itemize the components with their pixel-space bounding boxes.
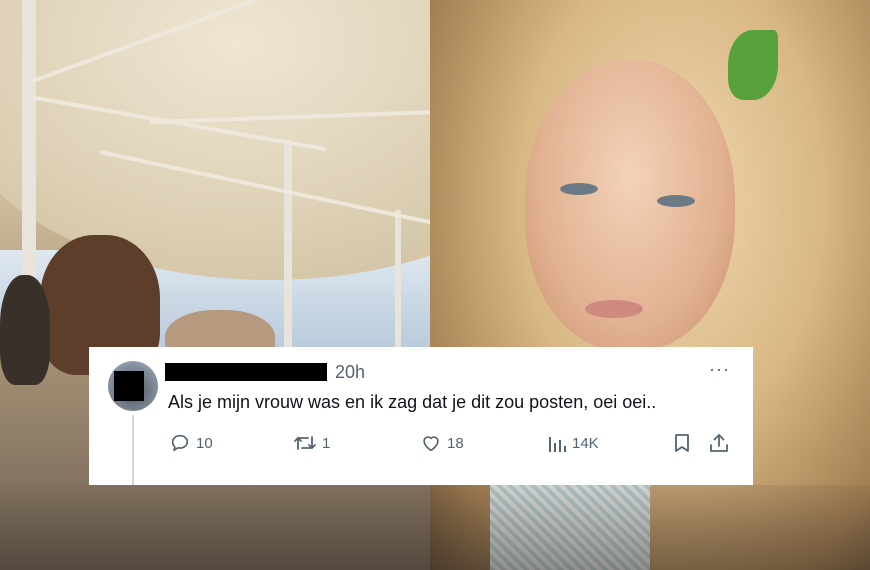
umbrella-pole (395, 210, 401, 350)
views-count: 14K (572, 434, 599, 452)
views-button[interactable]: 14K (547, 431, 599, 455)
like-icon (420, 432, 442, 454)
like-button[interactable]: 18 (420, 431, 464, 455)
tweet-text: Als je mijn vrouw was en ik zag dat je d… (168, 392, 657, 412)
table-area (0, 485, 870, 570)
umbrella-pole (284, 140, 292, 350)
eye (560, 183, 598, 195)
avatar[interactable] (108, 361, 158, 411)
share-icon (708, 432, 730, 454)
repost-count: 1 (322, 434, 331, 452)
repost-button[interactable]: 1 (293, 431, 330, 455)
share-button[interactable] (708, 431, 730, 455)
reply-button[interactable]: 10 (169, 431, 213, 455)
tweet-timestamp[interactable]: 20h (335, 362, 365, 383)
background-person (0, 275, 50, 385)
lips (585, 300, 643, 318)
plant (728, 30, 778, 100)
reply-count: 10 (196, 434, 213, 452)
reply-icon (169, 432, 191, 454)
eye (657, 195, 695, 207)
bookmark-icon (672, 432, 692, 454)
avatar-redaction (114, 371, 144, 401)
bookmark-button[interactable] (672, 431, 692, 455)
thread-line (132, 415, 134, 485)
more-options-icon[interactable]: ··· (709, 359, 730, 380)
tweet-card: 20h ··· Als je mijn vrouw was en ik zag … (89, 347, 753, 485)
username-redaction (165, 363, 327, 381)
repost-icon (293, 432, 317, 454)
views-icon (547, 432, 567, 454)
like-count: 18 (447, 434, 464, 452)
